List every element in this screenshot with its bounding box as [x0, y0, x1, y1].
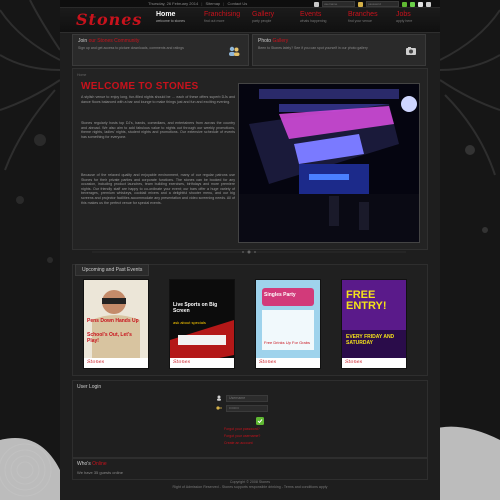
poster-headline: FREE ENTRY!	[346, 289, 387, 312]
events-section: Upcoming and Past Events Pens Down Hands…	[72, 264, 428, 376]
join-community-text: Sign up and get access to picture downlo…	[78, 46, 184, 50]
event-poster[interactable]: Pens Down Hands Up School's Out, Let's P…	[83, 279, 149, 369]
welcome-paragraph-3: Because of the relaxed quality and enjoy…	[81, 173, 235, 205]
quick-username-input[interactable]: username	[322, 1, 355, 7]
join-community-title: Join our Stones Community	[78, 38, 140, 44]
sitemap-link[interactable]: Sitemap	[205, 1, 220, 6]
poster-headline: Pens Down Hands Up	[87, 318, 139, 324]
nav-branches[interactable]: Branches find your venue	[344, 11, 392, 23]
events-tab[interactable]: Upcoming and Past Events	[75, 264, 150, 276]
current-date: Thursday, 26 February 2014	[148, 1, 199, 6]
poster-subline: ask about specials	[173, 320, 206, 325]
users-icon	[229, 46, 240, 56]
contact-us-link[interactable]: Contact Us	[227, 1, 247, 6]
welcome-paragraph-1: A stylish venue to enjoy long, fun-fille…	[81, 95, 235, 104]
camera-icon	[406, 47, 416, 55]
poster-brand: Stones	[259, 359, 277, 365]
key-icon	[216, 406, 222, 410]
quick-login: username password	[314, 1, 431, 7]
event-poster[interactable]: Live Sports on Big Screen ask about spec…	[169, 279, 235, 369]
poster-brand: Stones	[87, 359, 105, 365]
welcome-title: WELCOME TO STONES	[81, 81, 199, 92]
welcome-paragraph-2: Stones regularly hosts top DJ's, bands, …	[81, 121, 235, 139]
join-community-box[interactable]: Join our Stones Community Sign up and ge…	[72, 34, 249, 66]
nav-events[interactable]: Events whats happening	[296, 11, 344, 23]
event-poster[interactable]: FREE ENTRY! EVERY FRIDAY AND SATURDAY St…	[341, 279, 407, 369]
user-login-title: User Login	[77, 384, 102, 390]
photo-gallery-title: Photo Gallery	[258, 38, 289, 44]
social-icon[interactable]	[410, 1, 415, 7]
site-logo[interactable]: Stones	[76, 10, 142, 29]
poster-headline: Live Sports on Big Screen	[173, 302, 218, 314]
guests-online-text: We have 35 guests online	[77, 470, 123, 475]
top-bar: Thursday, 26 February 2014 | Sitemap | C…	[60, 0, 440, 8]
password-input[interactable]: ••••••••	[226, 405, 268, 412]
top-bar-links: Thursday, 26 February 2014 | Sitemap | C…	[148, 1, 248, 6]
whos-online-title: Who's Online	[77, 461, 107, 467]
page-container: Thursday, 26 February 2014 | Sitemap | C…	[60, 0, 440, 500]
rss-icon[interactable]	[418, 1, 423, 7]
poster-subline: EVERY FRIDAY AND SATURDAY	[346, 334, 395, 346]
event-poster[interactable]: Singles Party Free Drinks Up For Grabs S…	[255, 279, 321, 369]
user-icon	[217, 395, 221, 401]
nav-gallery[interactable]: Gallery party people	[248, 11, 296, 23]
section-divider	[92, 250, 406, 254]
create-account-link[interactable]: Create an account	[224, 441, 253, 445]
username-input[interactable]: Username	[226, 395, 268, 402]
nav-jobs[interactable]: Jobs apply here	[392, 11, 440, 23]
poster-headline: Singles Party	[264, 292, 296, 298]
poster-subline: School's Out, Let's Play!	[87, 332, 132, 344]
photo-gallery-box[interactable]: Photo Gallery Been to Stones lately? See…	[252, 34, 426, 66]
forgot-username-link[interactable]: Forgot your username?	[224, 434, 260, 438]
login-go-icon[interactable]	[402, 1, 407, 7]
key-icon	[358, 1, 363, 7]
user-icon	[314, 1, 319, 7]
whos-online-section: Who's Online We have 35 guests online	[72, 458, 428, 480]
main-nav: Home welcome to stones Franchising find ou…	[152, 11, 440, 23]
footer-disclaimer: Right of Admission Reserved - Stones sup…	[172, 485, 328, 489]
welcome-section: Home WELCOME TO STONES A stylish venue t…	[72, 68, 428, 250]
footer: Copyright © 2008 Stones Right of Admissi…	[60, 480, 440, 490]
user-login-section: User Login	[72, 380, 428, 458]
nav-franchising[interactable]: Franchising find out more	[200, 11, 248, 23]
poster-brand: Stones	[173, 359, 191, 365]
club-interior-photo	[238, 83, 420, 243]
breadcrumb[interactable]: Home	[77, 73, 86, 77]
quick-password-input[interactable]: password	[366, 1, 399, 7]
nav-home[interactable]: Home welcome to stones	[152, 11, 200, 23]
poster-subline: Free Drinks Up For Grabs	[264, 340, 311, 345]
photo-gallery-text: Been to Stones lately? See if you can sp…	[258, 46, 368, 50]
share-icon[interactable]	[426, 1, 431, 7]
login-submit-button[interactable]	[256, 417, 264, 425]
poster-brand: Stones	[345, 359, 363, 365]
main-header: Stones Home welcome to stones Franchising…	[60, 8, 440, 33]
forgot-password-link[interactable]: Forgot your password?	[224, 427, 260, 431]
